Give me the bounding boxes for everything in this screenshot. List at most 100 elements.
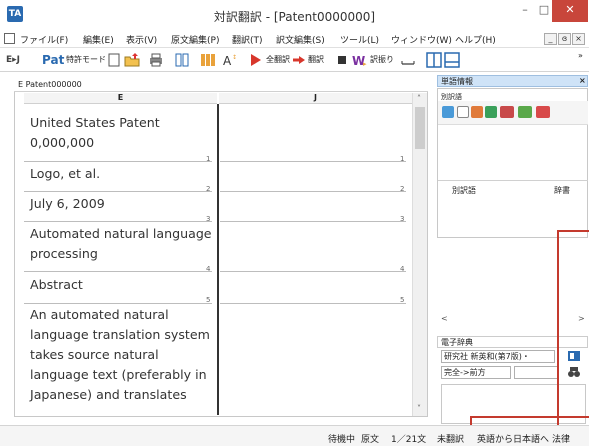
split-view-icon[interactable]: [174, 52, 190, 68]
segment-divider: [220, 303, 406, 304]
translate-all-label[interactable]: 全翻訳: [266, 52, 290, 68]
svg-text:▸: ▸: [363, 60, 367, 68]
translate-all-icon[interactable]: [248, 52, 264, 68]
menu-help[interactable]: ヘルプ(H): [455, 33, 496, 46]
document-scrollbar[interactable]: ˄ ˅: [412, 93, 427, 416]
status-bar: 待機中 原文 1／21文 未翻訳 英語から日本語へ 法律: [0, 425, 589, 446]
source-segment[interactable]: July 6, 2009: [30, 194, 213, 214]
status-direction: 英語から日本語へ: [477, 435, 550, 445]
mdi-close-button[interactable]: ×: [572, 33, 585, 45]
layout-side-icon[interactable]: [426, 52, 442, 68]
slider-left-icon[interactable]: [500, 106, 514, 118]
close-button[interactable]: ✕: [552, 0, 588, 22]
scroll-down-icon[interactable]: ˅: [417, 404, 421, 413]
source-segment[interactable]: An automated natural language translatio…: [30, 305, 213, 405]
menu-tools[interactable]: ツール(L): [340, 33, 379, 46]
translate-icon[interactable]: [292, 52, 308, 68]
slider-mid-icon[interactable]: [518, 106, 532, 118]
segment-divider: [220, 161, 406, 162]
scroll-up-icon[interactable]: ˄: [417, 94, 421, 103]
status-state: 待機中: [328, 435, 356, 445]
alt-translation-column: 別訳語: [452, 186, 476, 195]
segment-divider: [220, 191, 406, 192]
mdi-restore-button[interactable]: ɞ: [558, 33, 571, 45]
replace-icon[interactable]: [442, 106, 454, 118]
status-position: 1／21文: [391, 435, 427, 445]
font-size-icon[interactable]: A ↕: [222, 52, 238, 68]
segment-number: 5: [206, 296, 211, 304]
scroll-thumb[interactable]: [415, 107, 425, 149]
maximize-button[interactable]: □: [536, 0, 552, 22]
search-input[interactable]: [514, 366, 558, 379]
scroll-left-icon[interactable]: <: [441, 314, 448, 323]
mdi-minimize-button[interactable]: _: [544, 33, 557, 45]
segment-divider: [220, 271, 406, 272]
segment-divider: [24, 271, 212, 272]
source-column-header: E: [24, 93, 217, 104]
word-export-icon[interactable]: W▸: [352, 52, 368, 68]
status-source: 原文: [361, 435, 380, 445]
menu-source-edit[interactable]: 原文編集(P): [171, 33, 219, 46]
segment-divider: [24, 161, 212, 162]
underline-icon[interactable]: [400, 52, 416, 68]
menu-bar: ファイル(F) 編集(E) 表示(V) 原文編集(P) 翻訳(T) 訳文編集(S…: [0, 30, 589, 48]
document-icon[interactable]: [4, 33, 15, 44]
minimize-button[interactable]: –: [514, 0, 536, 22]
toolbar: E▸J Pat 特許モード A ↕ 全翻訳 翻訳 W ▸ 訳振り »: [0, 48, 589, 72]
segment-number: 5: [400, 296, 405, 304]
source-segment[interactable]: United States Patent 0,000,000: [30, 113, 213, 153]
layout-stack-icon[interactable]: [444, 52, 460, 68]
translate-label[interactable]: 翻訳: [308, 52, 324, 68]
menu-edit[interactable]: 編集(E): [83, 33, 114, 46]
status-field: 法律: [552, 435, 571, 445]
kunfuri-label[interactable]: 訳振り: [370, 52, 394, 68]
word-info-panel-title: 単語情報: [437, 75, 588, 87]
search-mode-select[interactable]: 完全->前方: [441, 366, 511, 379]
source-segment[interactable]: Automated natural language processing: [30, 224, 213, 264]
source-segment[interactable]: Logo, et al.: [30, 164, 213, 184]
segment-number: 4: [400, 265, 405, 273]
stop-icon[interactable]: [334, 52, 350, 68]
document-tab[interactable]: E Patent000000: [14, 79, 428, 92]
patent-icon[interactable]: Pat: [42, 52, 64, 68]
dictionary-select[interactable]: 研究社 新英和(第7版)・: [441, 350, 555, 363]
svg-text:A: A: [223, 54, 232, 68]
target-column-header: J: [219, 93, 412, 104]
menu-view[interactable]: 表示(V): [126, 33, 157, 46]
dictionary-column: 辞書: [554, 186, 570, 195]
print-icon[interactable]: [148, 52, 164, 68]
open-folder-icon[interactable]: [124, 52, 140, 68]
segment-divider: [220, 221, 406, 222]
menu-file[interactable]: ファイル(F): [20, 33, 68, 46]
segment-number: 1: [400, 155, 405, 163]
segment-number: 2: [206, 185, 211, 193]
source-segment[interactable]: Abstract: [30, 275, 213, 295]
svg-text:↕: ↕: [232, 54, 237, 61]
status-untranslated: 未翻訳: [437, 435, 465, 445]
menu-target-edit[interactable]: 訳文編集(S): [276, 33, 325, 46]
segment-divider: [24, 221, 212, 222]
column-divider[interactable]: [217, 104, 219, 415]
dictionary-icon[interactable]: [471, 106, 483, 118]
window-title: 対訳翻訳 - [Patent0000000]: [213, 10, 376, 24]
three-column-icon[interactable]: [200, 52, 216, 68]
segment-number: 4: [206, 265, 211, 273]
title-bar: TA 対訳翻訳 - [Patent0000000] – □ ✕: [0, 0, 589, 30]
slider-right-icon[interactable]: [536, 106, 550, 118]
patent-mode-label: 特許モード: [66, 55, 106, 64]
segment-number: 1: [206, 155, 211, 163]
new-document-icon[interactable]: [106, 52, 122, 68]
panel-divider: [438, 180, 588, 181]
register-icon[interactable]: [485, 106, 497, 118]
segment-divider: [24, 303, 212, 304]
menu-translate[interactable]: 翻訳(T): [232, 33, 263, 46]
segment-divider: [24, 191, 212, 192]
lookup-icon[interactable]: [457, 106, 469, 118]
segment-number: 3: [400, 215, 405, 223]
toolbar-overflow-icon[interactable]: »: [578, 48, 583, 64]
highlight-frame: [557, 230, 589, 446]
segment-number: 2: [400, 185, 405, 193]
word-info-close-icon[interactable]: ×: [579, 76, 586, 85]
translation-direction-button[interactable]: E▸J: [6, 52, 20, 68]
menu-window[interactable]: ウィンドウ(W): [391, 33, 452, 46]
